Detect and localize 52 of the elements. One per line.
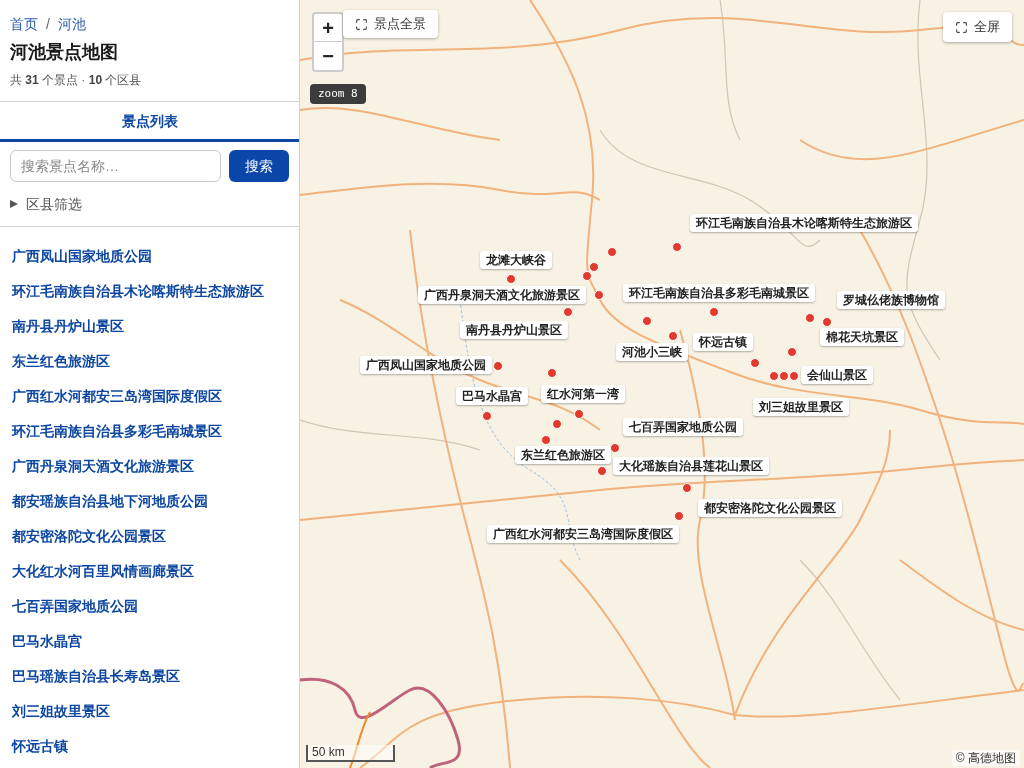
spot-label[interactable]: 环江毛南族自治县多彩毛南城景区 (623, 284, 815, 302)
spot-label[interactable]: 河池小三峡 (616, 343, 688, 361)
spot-label[interactable]: 南丹县丹炉山景区 (460, 321, 568, 339)
spot-link[interactable]: 大化红水河百里风情画廊景区 (12, 562, 194, 581)
zoom-level-badge: zoom 8 (310, 84, 366, 104)
fullscreen-button[interactable]: 全屏 (943, 12, 1012, 42)
spot-link[interactable]: 都安瑶族自治县地下河地质公园 (12, 492, 208, 511)
scale-bar: 50 km (306, 745, 395, 762)
spot-link[interactable]: 刘三姐故里景区 (12, 702, 110, 721)
spot-label[interactable]: 环江毛南族自治县木论喀斯特生态旅游区 (690, 214, 918, 232)
overview-button[interactable]: 景点全景 (343, 10, 438, 38)
spot-link[interactable]: 怀远古镇 (12, 737, 68, 756)
spot-link[interactable]: 环江毛南族自治县多彩毛南城景区 (12, 422, 222, 441)
district-filter-toggle[interactable]: 区县筛选 (10, 194, 82, 214)
spot-label[interactable]: 会仙山景区 (801, 366, 873, 384)
spot-link[interactable]: 南丹县丹炉山景区 (12, 317, 124, 336)
spot-label[interactable]: 都安密洛陀文化公园景区 (698, 499, 842, 517)
summary-text: 共 31 个景点 · 10 个区县 (10, 72, 143, 88)
spot-link[interactable]: 巴马水晶宫 (12, 632, 82, 651)
spot-link[interactable]: 广西红水河都安三岛湾国际度假区 (12, 387, 222, 406)
spot-label[interactable]: 刘三姐故里景区 (753, 398, 849, 416)
spot-link[interactable]: 都安密洛陀文化公园景区 (12, 527, 166, 546)
spot-label[interactable]: 广西红水河都安三岛湾国际度假区 (487, 525, 679, 543)
list-tab[interactable]: 景点列表 (0, 102, 299, 142)
spot-label[interactable]: 怀远古镇 (693, 333, 753, 351)
spot-label[interactable]: 龙滩大峡谷 (480, 251, 552, 269)
fullscreen-icon (355, 17, 368, 31)
spot-link[interactable]: 广西凤山国家地质公园 (12, 247, 152, 266)
spot-link[interactable]: 环江毛南族自治县木论喀斯特生态旅游区 (12, 282, 264, 301)
spot-label[interactable]: 巴马水晶宫 (456, 387, 528, 405)
spot-label[interactable]: 大化瑶族自治县莲花山景区 (613, 457, 769, 475)
breadcrumb-link[interactable]: 河池 (57, 14, 86, 34)
spot-link[interactable]: 巴马瑶族自治县长寿岛景区 (12, 667, 180, 686)
fullscreen-icon (955, 20, 968, 34)
spot-label[interactable]: 棉花天坑景区 (820, 328, 904, 346)
spot-label[interactable]: 广西丹泉洞天酒文化旅游景区 (418, 286, 586, 304)
page-title: 河池景点地图 (10, 41, 119, 64)
spot-link[interactable]: 广西丹泉洞天酒文化旅游景区 (12, 457, 194, 476)
spot-label[interactable]: 东兰红色旅游区 (515, 446, 611, 464)
spot-label[interactable]: 七百弄国家地质公园 (623, 418, 743, 436)
zoom-in-button[interactable]: + (314, 14, 342, 42)
breadcrumb-separator: / (46, 15, 50, 34)
spot-link[interactable]: 东兰红色旅游区 (12, 352, 110, 371)
spot-link[interactable]: 七百弄国家地质公园 (12, 597, 138, 616)
spot-label[interactable]: 红水河第一湾 (541, 385, 625, 403)
search-field[interactable]: 搜索景点名称… (10, 150, 221, 182)
spot-label[interactable]: 罗城仫佬族博物馆 (837, 291, 945, 309)
zoom-out-button[interactable]: − (314, 42, 342, 70)
spot-label[interactable]: 广西凤山国家地质公园 (360, 356, 492, 374)
map-attribution: © 高德地图 (951, 750, 1020, 766)
search-button[interactable]: 搜索 (229, 150, 289, 182)
breadcrumb-link[interactable]: 首页 (10, 14, 38, 34)
